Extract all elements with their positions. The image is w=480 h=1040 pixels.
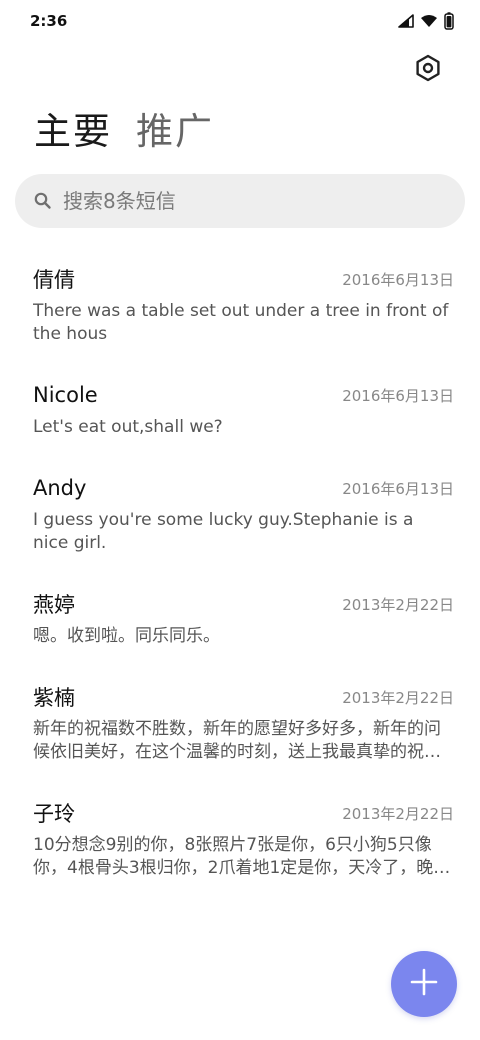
new-message-button[interactable] (391, 951, 457, 1017)
search-bar[interactable] (15, 174, 465, 228)
tab-bar: 主要 推广 (34, 106, 214, 158)
status-bar: 2:36 (0, 0, 480, 42)
message-sender: 燕婷 (33, 593, 75, 617)
status-icons (398, 12, 454, 30)
message-sender: Nicole (33, 383, 98, 407)
message-date: 2013年2月22日 (342, 804, 454, 823)
status-time: 2:36 (30, 12, 68, 30)
search-icon (33, 191, 53, 211)
message-sender: 紫楠 (33, 686, 75, 710)
settings-button[interactable] (408, 52, 448, 88)
list-item[interactable]: Andy 2016年6月13日 I guess you're some luck… (0, 471, 480, 555)
settings-icon (415, 54, 441, 86)
tab-primary[interactable]: 主要 (34, 106, 112, 158)
message-date: 2013年2月22日 (342, 595, 454, 614)
message-header: Andy 2016年6月13日 (33, 471, 454, 505)
list-item[interactable]: 子玲 2013年2月22日 10分想念9别的你，8张照片7张是你，6只小狗5只像… (0, 796, 480, 880)
search-input[interactable] (63, 189, 443, 213)
message-header: Nicole 2016年6月13日 (33, 378, 454, 412)
plus-icon (409, 967, 439, 1001)
message-preview: 新年的祝福数不胜数，新年的愿望好多好多，新年的问候依旧美好，在这个温馨的时刻，送… (33, 719, 441, 762)
list-item[interactable]: 紫楠 2013年2月22日 新年的祝福数不胜数，新年的愿望好多好多，新年的问候依… (0, 680, 480, 764)
message-date: 2013年2月22日 (342, 688, 454, 707)
messages-screen: 2:36 主要 推广 搜索8条短信 倩倩 2016年6月13日 There wa… (0, 0, 480, 1040)
message-date: 2016年6月13日 (342, 479, 454, 498)
message-sender: 子玲 (33, 802, 75, 826)
message-preview: Let's eat out,shall we? (33, 417, 223, 437)
message-preview: 10分想念9别的你，8张照片7张是你，6只小狗5只像你，4根骨头3根归你，2爪着… (33, 835, 451, 878)
message-date: 2016年6月13日 (342, 386, 454, 405)
list-item[interactable]: 倩倩 2016年6月13日 There was a table set out … (0, 262, 480, 346)
list-item[interactable]: Nicole 2016年6月13日 Let's eat out,shall we… (0, 378, 480, 439)
message-header: 燕婷 2013年2月22日 (33, 587, 454, 621)
message-header: 倩倩 2016年6月13日 (33, 262, 454, 296)
signal-icon (398, 14, 414, 28)
message-date: 2016年6月13日 (342, 270, 454, 289)
battery-icon (444, 12, 454, 30)
tab-promotions[interactable]: 推广 (136, 106, 214, 158)
message-header: 紫楠 2013年2月22日 (33, 680, 454, 714)
wifi-icon (420, 14, 438, 28)
list-item[interactable]: 燕婷 2013年2月22日 嗯。收到啦。同乐同乐。 (0, 587, 480, 648)
message-preview: There was a table set out under a tree i… (33, 301, 449, 344)
message-preview: I guess you're some lucky guy.Stephanie … (33, 510, 414, 553)
message-header: 子玲 2013年2月22日 (33, 796, 454, 830)
message-sender: Andy (33, 476, 87, 500)
message-sender: 倩倩 (33, 268, 75, 292)
message-preview: 嗯。收到啦。同乐同乐。 (33, 626, 220, 646)
